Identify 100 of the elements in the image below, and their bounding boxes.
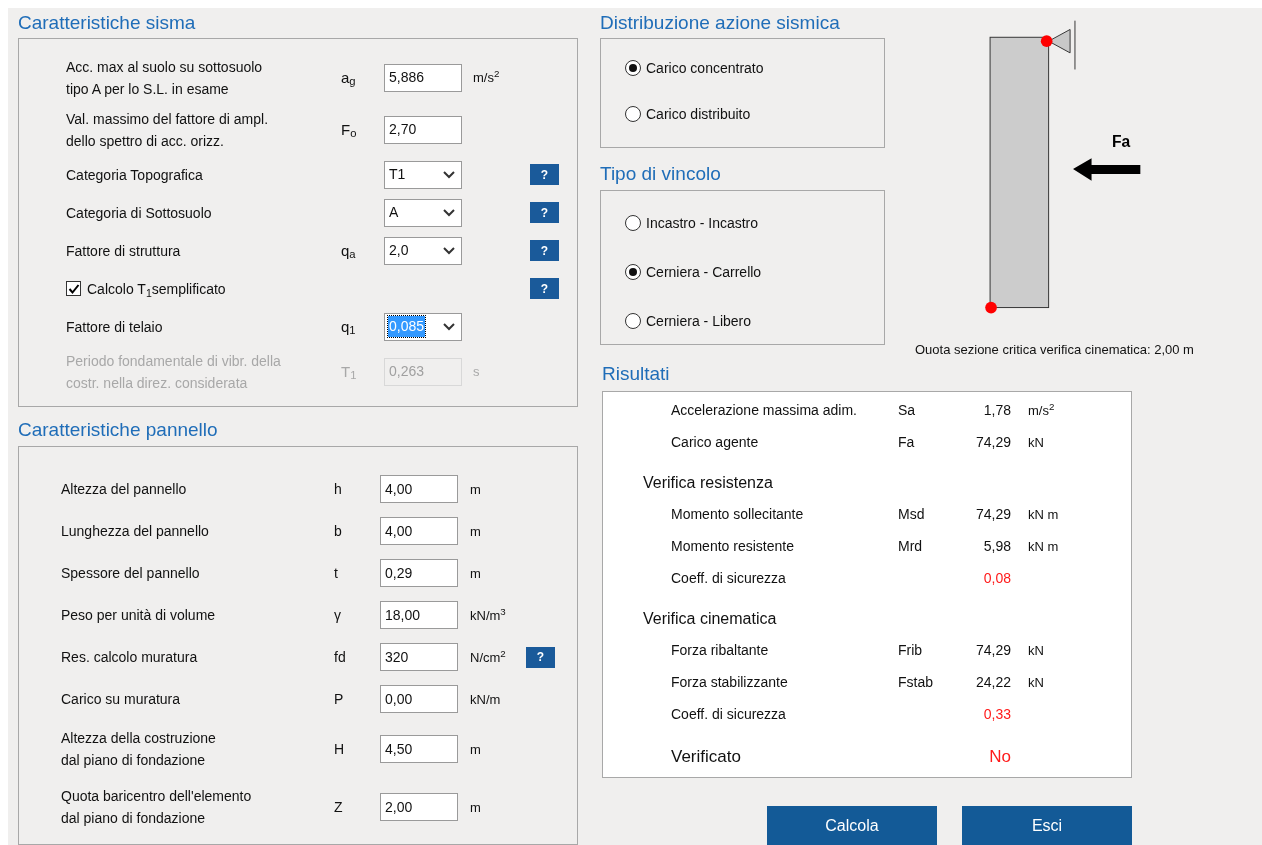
result-value: 74,29 xyxy=(975,434,1011,450)
chevron-down-icon xyxy=(443,322,455,331)
unit-label: kN xyxy=(1028,675,1044,690)
field-label: Carico su muratura xyxy=(61,691,181,708)
diagram-caption: Ouota sezione critica verifica cinematica: 2,00 m xyxy=(915,342,1194,357)
unit-label: m xyxy=(470,741,481,757)
symbol-label: a$_{g}$ xyxy=(341,68,356,86)
result-label: Momento sollecitante xyxy=(671,506,804,522)
result-value: No xyxy=(989,746,1011,766)
input-field[interactable]: 2,70 xyxy=(384,115,462,144)
section-title: Risultati xyxy=(602,362,670,386)
field-label: Fattore di struttura xyxy=(66,241,181,261)
chevron-down-icon xyxy=(443,246,455,255)
radio-button[interactable] xyxy=(625,215,641,231)
group-heading: Verifica cinematica xyxy=(643,608,777,629)
unit-label: kN/m$^{3}$ xyxy=(470,607,506,623)
field-label: Lunghezza del pannello xyxy=(61,523,209,540)
unit-label: kN xyxy=(1028,643,1044,658)
help-button[interactable]: ? xyxy=(530,202,559,224)
input-field[interactable]: 5,886 xyxy=(384,63,462,92)
field-label: Categoria Topografica xyxy=(66,165,203,185)
result-value: 74,29 xyxy=(975,506,1011,522)
section-title: Tipo di vincolo xyxy=(600,161,721,186)
unit-label: kN/m xyxy=(470,691,501,707)
field-label: Fattore di telaio xyxy=(66,317,163,337)
symbol-label: h xyxy=(334,480,342,497)
result-value: 5,98 xyxy=(983,538,1011,554)
radio-label: Cerniera - Libero xyxy=(646,311,752,331)
symbol-label: fd xyxy=(334,648,346,665)
radio-button[interactable] xyxy=(625,60,641,76)
result-label: Accelerazione massima adim. xyxy=(671,402,857,418)
action-button[interactable]: Esci xyxy=(962,805,1132,845)
help-button[interactable]: ? xyxy=(526,646,555,668)
symbol-label: Sa xyxy=(898,402,916,418)
unit-label: m xyxy=(470,481,481,497)
unit-label: kN m xyxy=(1028,507,1059,522)
input-field[interactable]: 4,00 xyxy=(380,517,458,546)
input-field[interactable]: 4,50 xyxy=(380,735,458,764)
unit-label: m xyxy=(470,523,481,539)
symbol-label: Fstab xyxy=(898,674,933,690)
unit-label: m/s$^{2}$ xyxy=(1028,403,1055,418)
result-value: 0,08 xyxy=(983,570,1011,586)
symbol-label: q$_{1}$ xyxy=(341,317,356,335)
input-field[interactable]: 0,00 xyxy=(380,685,458,714)
field-label: Periodo fondamentale di vibr. della costr. nella direz. considerata xyxy=(66,351,281,393)
radio-button[interactable] xyxy=(625,264,641,280)
field-label: Spessore del pannello xyxy=(61,565,200,582)
input-field[interactable]: 18,00 xyxy=(380,601,458,630)
dropdown[interactable]: A xyxy=(384,198,462,227)
input-field[interactable]: 0,29 xyxy=(380,559,458,588)
symbol-label: H xyxy=(334,740,345,757)
dropdown[interactable]: T1 xyxy=(384,160,462,189)
field-label: Categoria di Sottosuolo xyxy=(66,203,212,223)
hinge-dot xyxy=(985,301,997,314)
field-label: Quota baricentro dell'elemento dal piano di fondazione xyxy=(61,788,252,827)
field-label: Acc. max al suolo su sottosuolo tipo A per lo S.L. in esame xyxy=(66,57,263,99)
symbol-label: b xyxy=(334,522,342,539)
checkbox[interactable] xyxy=(66,281,81,297)
help-button[interactable]: ? xyxy=(530,278,559,300)
symbol-label: T$_{1}$ xyxy=(341,362,357,380)
field-label: Peso per unità di volume xyxy=(61,607,216,624)
hinge-dot xyxy=(1040,35,1053,48)
symbol-label: Mrd xyxy=(898,538,923,554)
radio-button[interactable] xyxy=(625,106,641,122)
radio-label: Cerniera - Carrello xyxy=(646,262,762,282)
result-label: Coeff. di sicurezza xyxy=(671,706,786,722)
result-value: 24,22 xyxy=(975,674,1011,690)
result-value: 74,29 xyxy=(975,642,1011,658)
result-label: Forza ribaltante xyxy=(671,642,769,658)
help-button[interactable]: ? xyxy=(530,240,559,262)
input-field[interactable]: 320 xyxy=(380,643,458,672)
force-label: Fa xyxy=(1112,132,1131,150)
input-field[interactable]: 2,00 xyxy=(380,793,458,822)
symbol-label: Z xyxy=(334,798,343,815)
chevron-down-icon xyxy=(443,170,455,179)
section-title: Caratteristiche sisma xyxy=(18,10,196,35)
force-arrow xyxy=(1073,158,1141,181)
result-label: Verificato xyxy=(671,746,741,766)
symbol-label: t xyxy=(334,564,338,581)
symbol-label: Frib xyxy=(898,642,923,658)
dropdown[interactable]: 2,0 xyxy=(384,236,462,265)
field-label: Res. calcolo muratura xyxy=(61,649,198,666)
symbol-label: Msd xyxy=(898,506,925,522)
section-title: Caratteristiche pannello xyxy=(18,417,218,442)
unit-label: m xyxy=(470,565,481,581)
symbol-label: P xyxy=(334,690,344,707)
unit-label: N/cm$^{2}$ xyxy=(470,649,506,665)
radio-button[interactable] xyxy=(625,313,641,329)
unit-label: m xyxy=(470,799,481,815)
field-label: Altezza del pannello xyxy=(61,481,187,498)
unit-label: m/s$^{2}$ xyxy=(473,70,500,86)
radio-label: Carico concentrato xyxy=(646,58,764,78)
unit-label: kN m xyxy=(1028,539,1059,554)
help-button[interactable]: ? xyxy=(530,164,559,186)
action-button[interactable]: Calcola xyxy=(767,805,937,845)
result-label: Carico agente xyxy=(671,434,759,450)
result-label: Coeff. di sicurezza xyxy=(671,570,786,586)
input-field[interactable]: 4,00 xyxy=(380,475,458,504)
symbol-label: γ xyxy=(334,606,341,623)
unit-label: s xyxy=(473,364,480,380)
